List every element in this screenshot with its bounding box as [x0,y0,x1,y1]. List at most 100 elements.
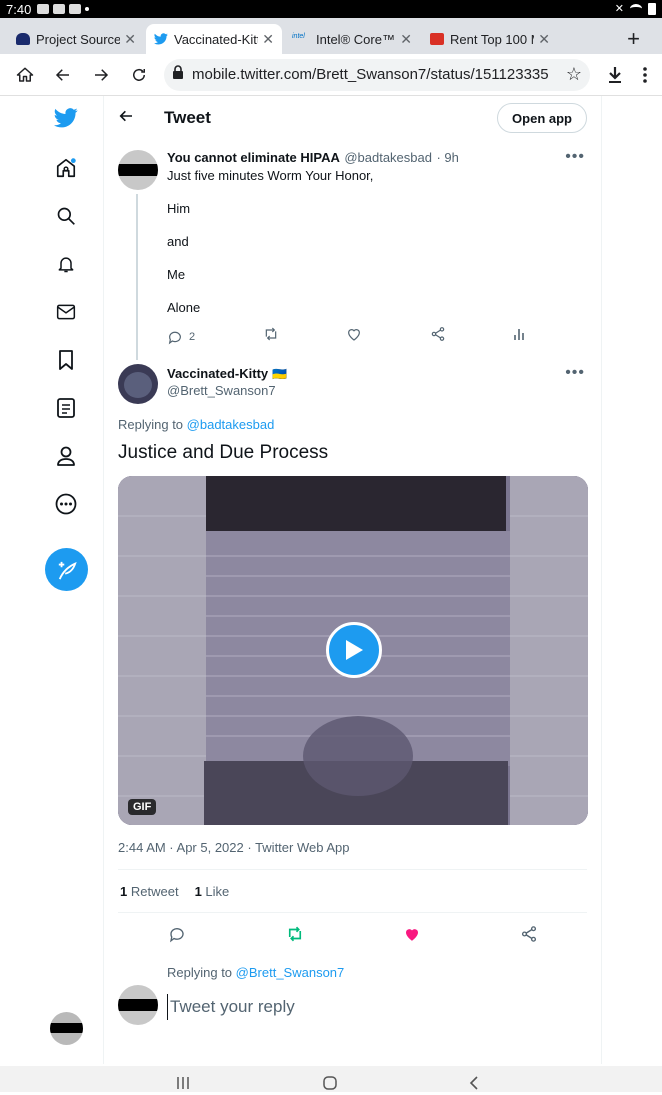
parent-tweet-body: Just five minutes Worm Your Honor, Him a… [167,168,577,316]
forward-arrow-icon[interactable] [82,56,120,94]
more-options-icon[interactable]: ••• [565,148,585,166]
close-icon[interactable]: ✕ [262,31,274,48]
more-options-icon[interactable]: ••• [565,364,585,382]
parent-tweet-line: Just five minutes Worm Your Honor, [167,168,374,183]
replying-to-link[interactable]: @badtakesbad [187,417,275,432]
notifications-bell-icon[interactable] [44,242,88,286]
home-icon[interactable] [44,146,88,190]
retweet-icon[interactable] [285,925,305,948]
retweet-count: 1 [120,884,128,899]
back-arrow-icon[interactable] [118,108,134,129]
tab-title: Intel® Core™ i7 [316,31,396,47]
reply-count: 2 [189,330,196,343]
tab-rent-top-100[interactable]: Rent Top 100 M ✕ [422,24,558,54]
menu-kebab-icon[interactable] [634,56,656,94]
main-tweet-text: Justice and Due Process [118,442,329,463]
retweet-icon[interactable] [263,326,279,347]
browser-toolbar: mobile.twitter.com/Brett_Swanson7/status… [0,54,662,96]
replying-to-label: Replying to [118,417,184,432]
retweet-label: Retweet [130,884,179,899]
address-bar[interactable]: mobile.twitter.com/Brett_Swanson7/status… [164,58,590,91]
thread-line [136,194,138,360]
cloud-icon [53,4,66,14]
lists-icon[interactable] [44,386,88,430]
main-tweet-avatar[interactable] [118,364,158,404]
account-avatar[interactable] [50,1012,83,1045]
share-icon[interactable] [520,925,538,948]
notification-icon [37,4,50,14]
url-text: mobile.twitter.com/Brett_Swanson7/status… [192,66,549,83]
recent-apps-icon[interactable] [176,1076,190,1094]
main-author-handle[interactable]: @Brett_Swanson7 [167,383,287,398]
retweet-stat[interactable]: 1 Retweet [120,884,179,899]
close-icon[interactable]: ✕ [400,31,412,48]
tab-vaccinated-kitty[interactable]: Vaccinated-Kitty ✕ [146,24,282,54]
messages-envelope-icon[interactable] [44,290,88,334]
parent-author-handle[interactable]: @badtakesbad [344,150,432,165]
reload-icon[interactable] [120,56,158,94]
parent-tweet-avatar[interactable] [118,150,158,190]
battery-icon [648,2,656,15]
gif-badge: GIF [128,799,157,815]
compose-tweet-button[interactable] [45,548,88,591]
feather-plus-icon [58,561,77,579]
rent-favicon-icon [430,33,444,45]
parent-tweet-time[interactable]: · 9h [436,150,458,165]
close-icon[interactable]: ✕ [124,31,136,48]
close-icon[interactable]: ✕ [538,31,550,48]
more-circle-icon[interactable] [44,482,88,526]
tab-title: Project Source [36,31,121,47]
dot-icon [85,7,90,11]
tab-strip: Project Source ✕ Vaccinated-Kitty ✕ inte… [0,18,662,54]
tweet-header: Tweet Open app [104,96,601,140]
side-nav [0,96,104,1064]
profile-person-icon[interactable] [44,434,88,478]
intel-favicon-icon: intel [292,33,305,40]
parent-tweet-line: Alone [167,300,201,315]
gif-media[interactable]: GIF [118,476,588,825]
wifi-icon [630,4,642,13]
explore-search-icon[interactable] [44,194,88,238]
star-icon[interactable]: ☆ [566,64,582,85]
status-bar: 7:40 ✕ [0,0,662,18]
back-button-icon[interactable] [469,1076,479,1095]
share-icon[interactable] [430,326,446,347]
replying-to-label: Replying to [167,965,233,980]
tab-project-source[interactable]: Project Source ✕ [8,24,144,54]
twitter-logo-icon[interactable] [44,96,88,140]
like-label: Like [205,884,230,899]
parent-tweet-line: and [167,234,189,249]
project-source-favicon-icon [16,33,30,45]
parent-tweet-line: Him [167,201,191,216]
ukraine-flag-icon: 🇺🇦 [272,366,288,381]
tweet-detail-column: Tweet Open app You cannot eliminate HIPA… [104,96,602,1064]
tweet-reply-input[interactable]: Tweet your reply [167,994,577,1020]
play-button[interactable] [326,622,382,678]
bookmarks-icon[interactable] [44,338,88,382]
like-heart-icon[interactable] [346,326,362,347]
download-icon[interactable] [596,56,634,94]
main-tweet-actions [168,925,538,948]
new-tab-plus-icon[interactable]: + [627,28,640,50]
replying-to-link[interactable]: @Brett_Swanson7 [236,965,345,980]
twitter-favicon-icon [154,33,168,45]
parent-author-name[interactable]: You cannot eliminate HIPAA [167,150,340,165]
reply-avatar [118,985,158,1025]
tweet-timestamp[interactable]: 2:44 AM · Apr 5, 2022 · Twitter Web App [118,840,349,855]
home-icon[interactable] [6,56,44,94]
lock-icon [172,65,184,84]
analytics-icon[interactable] [513,327,527,346]
like-heart-icon[interactable] [403,925,421,948]
open-app-button[interactable]: Open app [497,103,587,133]
play-icon [346,640,363,660]
main-author-name[interactable]: Vaccinated-Kitty [167,366,268,381]
reply-icon[interactable] [168,925,186,948]
replying-to-line: Replying to @badtakesbad [118,417,274,432]
reply-action[interactable]: 2 [167,329,195,345]
home-button-icon[interactable] [323,1076,337,1095]
tab-intel-core[interactable]: intel Intel® Core™ i7 ✕ [284,24,420,54]
notification-icon [69,4,82,14]
like-stat[interactable]: 1 Like [195,884,230,899]
parent-tweet-line: Me [167,267,186,282]
back-arrow-icon[interactable] [44,56,82,94]
